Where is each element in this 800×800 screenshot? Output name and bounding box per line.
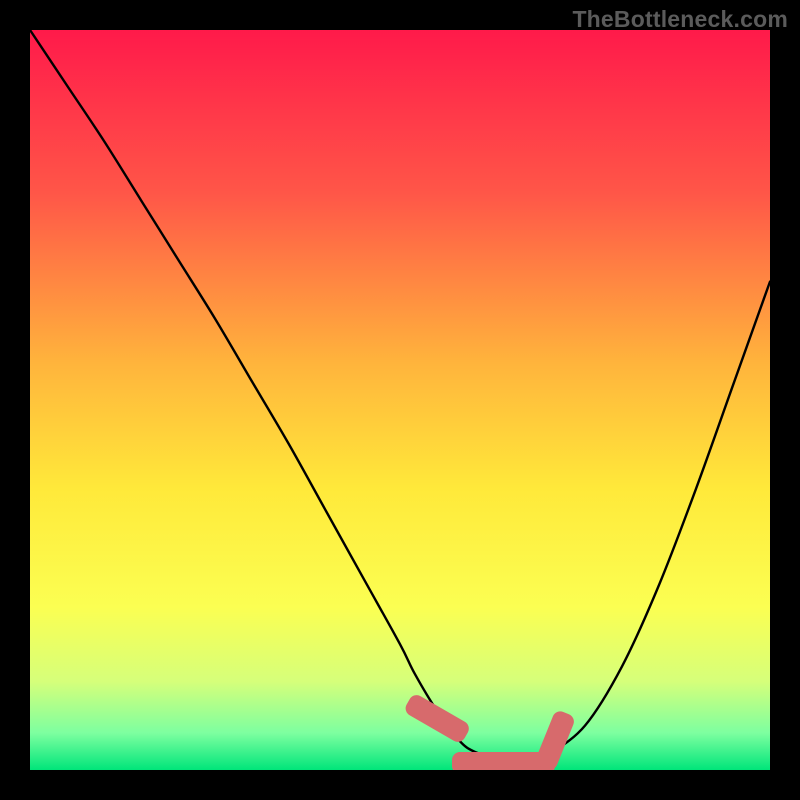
watermark-text: TheBottleneck.com (572, 6, 788, 33)
chart-frame: TheBottleneck.com (0, 0, 800, 800)
curve-layer (30, 30, 770, 770)
bottleneck-curve (30, 30, 770, 763)
plot-area (30, 30, 770, 770)
